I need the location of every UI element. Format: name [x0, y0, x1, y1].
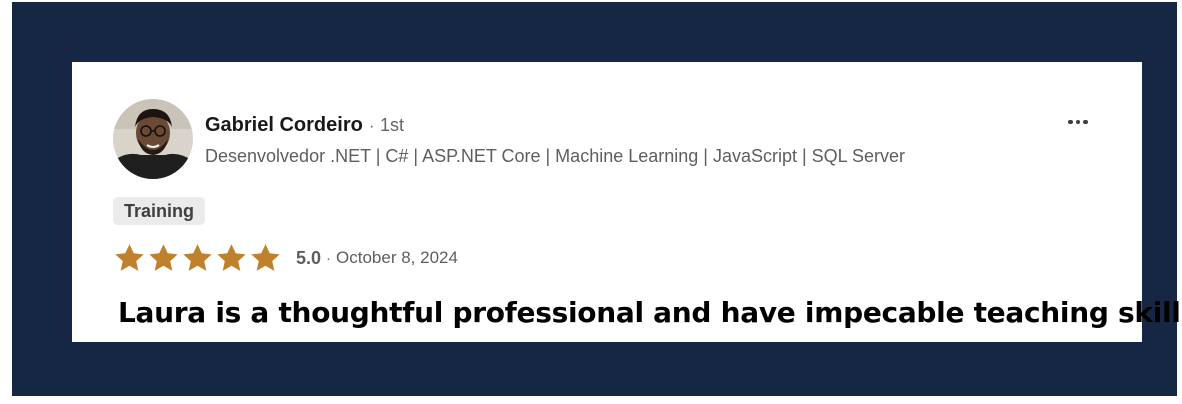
star-icon [251, 243, 280, 271]
rating-row: 5.0 · October 8, 2024 [113, 241, 458, 275]
star-icon [115, 243, 144, 271]
review-text: Laura is a thoughtful professional and h… [118, 296, 1182, 329]
more-options-button[interactable] [1062, 110, 1094, 134]
service-tag: Training [113, 197, 206, 225]
more-horizontal-icon [1067, 119, 1090, 125]
star-icon [183, 243, 212, 271]
review-card: Gabriel Cordeiro · 1st Desenvolvedor .NET… [72, 62, 1182, 342]
star-icon [149, 243, 178, 271]
star-rating [113, 242, 283, 275]
avatar-photo [113, 99, 193, 179]
dark-frame: Gabriel Cordeiro · 1st Desenvolvedor .NET… [12, 2, 1182, 396]
reviewer-name-row: Gabriel Cordeiro · 1st [205, 114, 404, 137]
connection-degree: 1st [380, 115, 405, 135]
reviewer-headline: Desenvolvedor .NET | C# | ASP.NET Core |… [205, 146, 906, 166]
review-date: October 8, 2024 [336, 248, 458, 267]
reviewer-name[interactable]: Gabriel Cordeiro [205, 114, 363, 136]
star-icon [217, 243, 246, 271]
avatar[interactable] [113, 99, 193, 179]
date-separator: · [326, 249, 332, 267]
rating-score: 5.0 [296, 247, 322, 268]
name-separator: · [368, 116, 375, 135]
